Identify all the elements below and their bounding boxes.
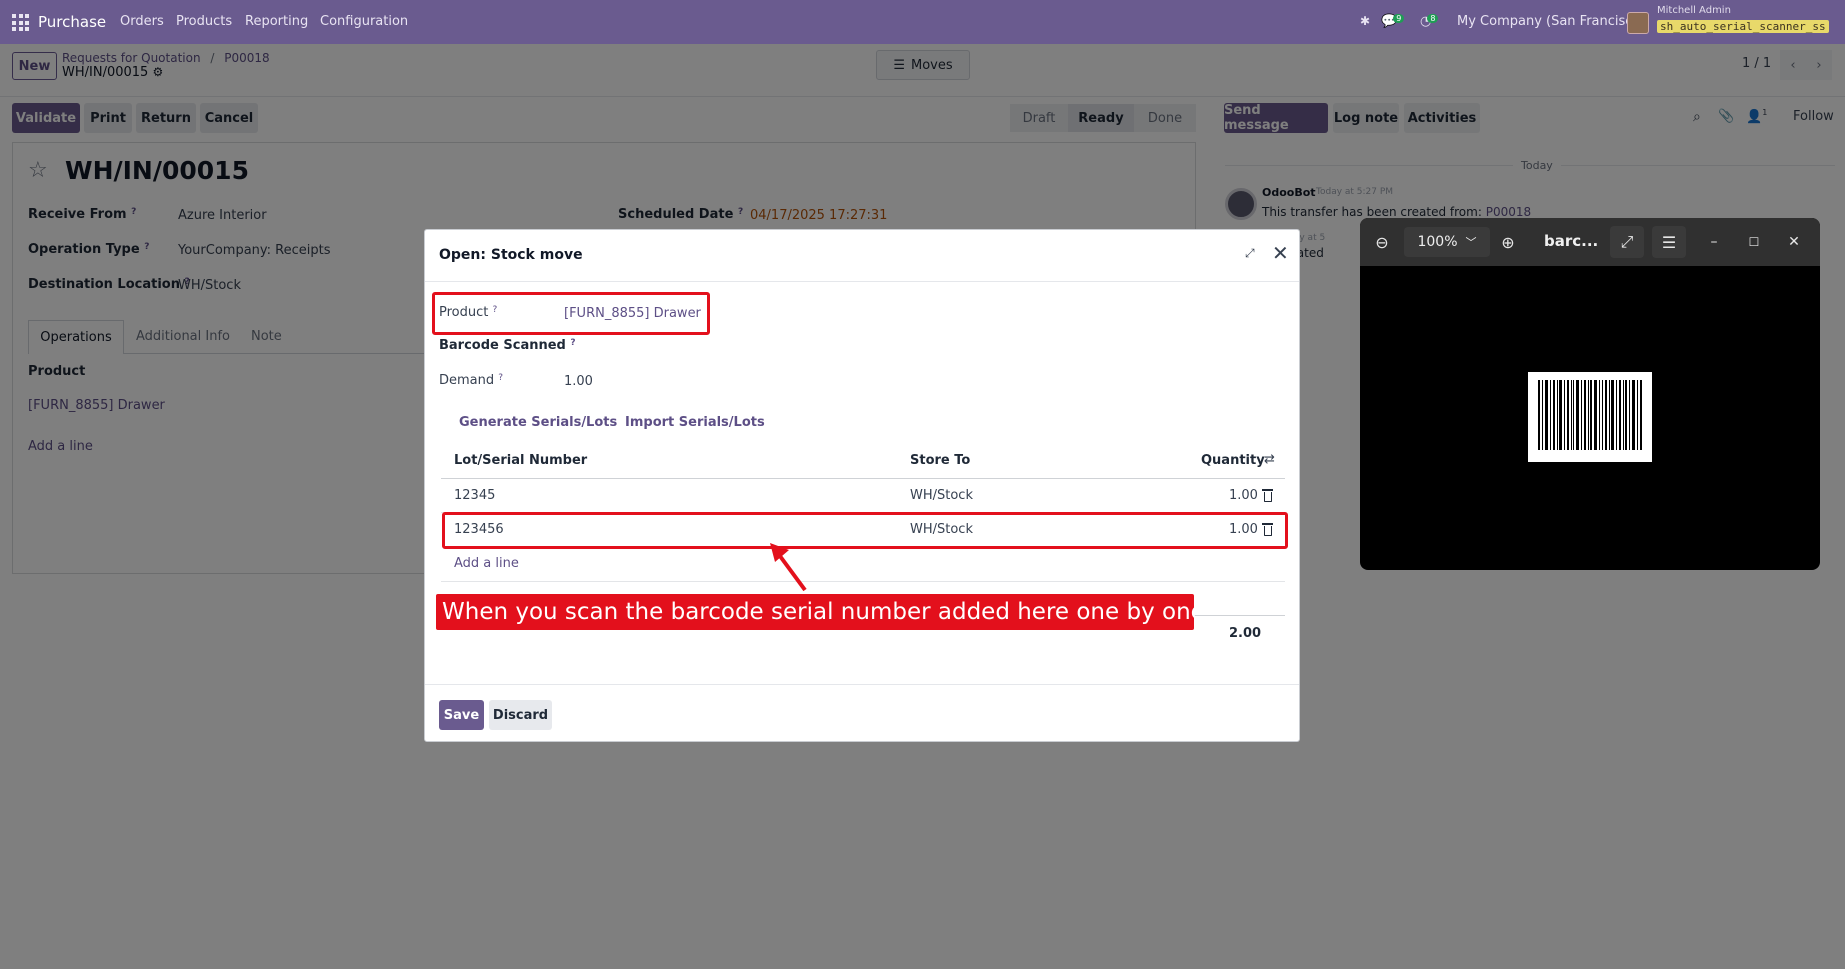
trash-icon[interactable]: [1262, 489, 1273, 506]
barcode-icon: [1538, 380, 1642, 450]
row-highlight-box: [442, 512, 1288, 549]
maximize-icon[interactable]: ☐: [1740, 228, 1768, 256]
user-name[interactable]: Mitchell Admin: [1657, 5, 1731, 16]
add-line-link[interactable]: Add a line: [454, 556, 519, 571]
table-header-divider: [441, 478, 1285, 479]
demand-label-text: Demand: [439, 373, 495, 388]
optional-columns-icon[interactable]: ⇄: [1264, 452, 1275, 467]
zoom-out-icon[interactable]: ⊖: [1368, 228, 1396, 256]
chat-icon[interactable]: 💬9: [1381, 14, 1405, 29]
menu-products[interactable]: Products: [176, 14, 232, 29]
image-viewer-window: ⊖ 100% ﹀ ⊕ barc... ⤢ ☰ – ☐ ✕: [1360, 218, 1820, 570]
user-avatar[interactable]: [1627, 12, 1649, 34]
product-highlight-box: [432, 292, 710, 335]
dialog-footer-divider: [425, 684, 1299, 685]
barcode-image: [1528, 372, 1652, 462]
chat-count-badge: 9: [1393, 14, 1405, 23]
fullscreen-icon[interactable]: ⤢: [1610, 226, 1644, 258]
annotation-arrow: [770, 543, 807, 592]
quantity-column-header[interactable]: Quantity: [1201, 453, 1265, 468]
discard-button[interactable]: Discard: [489, 700, 552, 730]
lot-column-header[interactable]: Lot/Serial Number: [454, 453, 587, 468]
zoom-level-dropdown[interactable]: 100% ﹀: [1404, 227, 1490, 257]
close-icon[interactable]: ✕: [1272, 241, 1289, 265]
hamburger-menu-icon[interactable]: ☰: [1652, 226, 1686, 258]
menu-orders[interactable]: Orders: [120, 14, 164, 29]
chevron-down-icon: ﹀: [1465, 236, 1477, 249]
demand-label: Demand ?: [439, 373, 503, 388]
database-badge: sh_auto_serial_scanner_ss: [1657, 20, 1829, 33]
menu-configuration[interactable]: Configuration: [320, 14, 408, 29]
expand-icon[interactable]: ⤢: [1245, 246, 1255, 261]
save-button[interactable]: Save: [439, 700, 484, 730]
dialog-title: Open: Stock move: [439, 247, 583, 263]
store-cell-1[interactable]: WH/Stock: [910, 488, 973, 503]
demand-value[interactable]: 1.00: [564, 374, 593, 389]
app-name[interactable]: Purchase: [38, 13, 106, 31]
dialog-header-divider: [425, 281, 1299, 282]
window-close-icon[interactable]: ✕: [1780, 228, 1808, 256]
store-column-header[interactable]: Store To: [910, 453, 970, 468]
help-icon[interactable]: ?: [570, 338, 575, 348]
help-icon[interactable]: ?: [498, 373, 503, 383]
activity-count-badge: 8: [1427, 14, 1439, 23]
zoom-level: 100%: [1417, 234, 1458, 250]
import-serials-button[interactable]: Import Serials/Lots: [625, 415, 765, 430]
barcode-scanned-label-text: Barcode Scanned: [439, 338, 566, 353]
stock-move-dialog: Open: Stock move ⤢ ✕ Product ? [FURN_885…: [424, 229, 1300, 742]
barcode-scanned-label: Barcode Scanned ?: [439, 338, 576, 353]
qty-cell-1[interactable]: 1.00: [1229, 488, 1258, 503]
total-quantity: 2.00: [1229, 626, 1262, 641]
activity-icon[interactable]: ◔8: [1420, 14, 1439, 29]
lot-cell-1[interactable]: 12345: [454, 488, 495, 503]
viewer-title: barc...: [1544, 232, 1599, 250]
apps-menu-icon[interactable]: [12, 14, 29, 31]
zoom-in-icon[interactable]: ⊕: [1494, 228, 1522, 256]
company-switcher[interactable]: My Company (San Francisco): [1457, 14, 1645, 29]
annotation-callout: When you scan the barcode serial number …: [436, 594, 1205, 630]
menu-reporting[interactable]: Reporting: [245, 14, 308, 29]
minimize-icon[interactable]: –: [1700, 228, 1728, 256]
bug-icon[interactable]: ✱: [1360, 14, 1370, 28]
row-divider: [441, 581, 1285, 582]
generate-serials-button[interactable]: Generate Serials/Lots: [459, 415, 617, 430]
